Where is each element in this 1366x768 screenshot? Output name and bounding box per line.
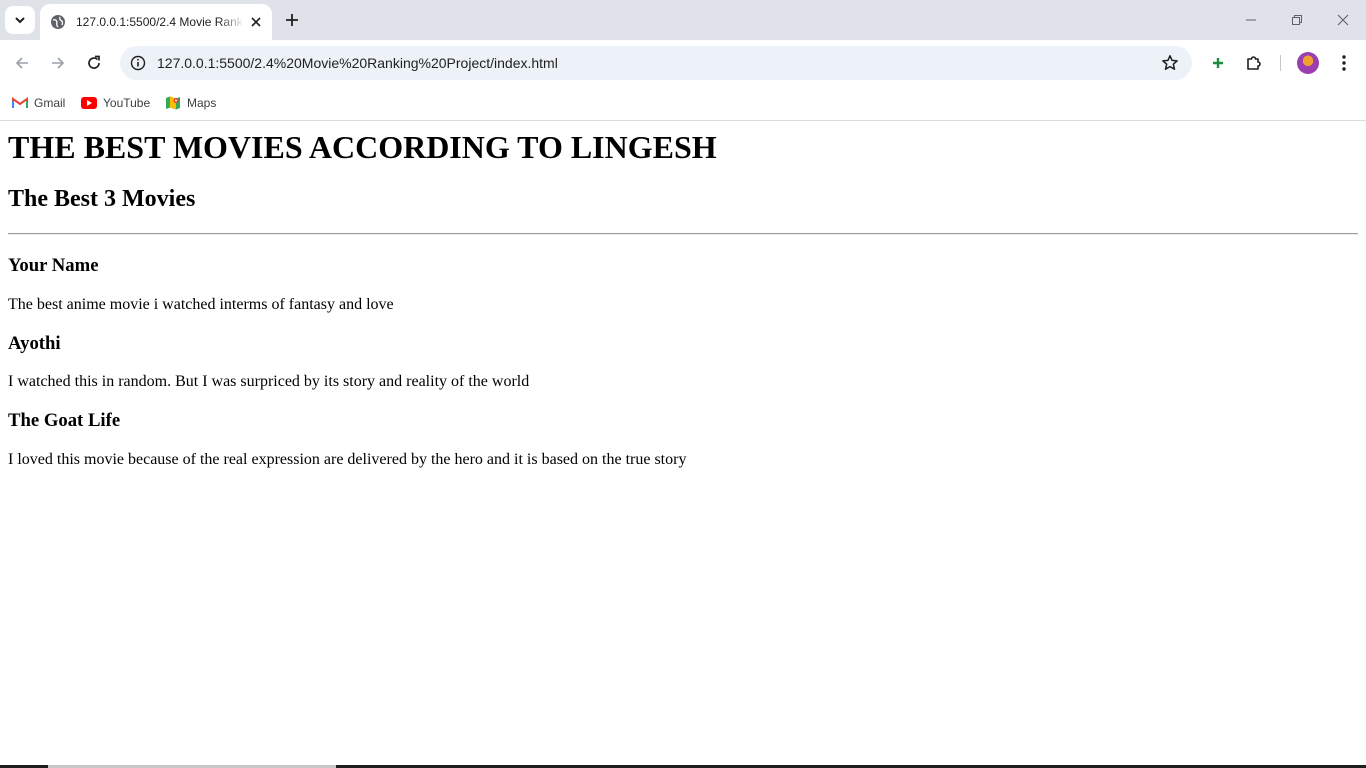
page-subtitle: The Best 3 Movies: [8, 186, 196, 212]
divider: [8, 233, 1358, 235]
restore-icon: [1292, 15, 1302, 25]
bookmark-label: Maps: [187, 96, 217, 110]
active-tab[interactable]: 127.0.0.1:5500/2.4 Movie Ranking Project: [40, 4, 272, 40]
maps-icon: [165, 95, 181, 111]
back-button[interactable]: [6, 47, 38, 79]
green-plus-icon: [1213, 58, 1223, 68]
youtube-icon: [81, 95, 97, 111]
browser-toolbar: 127.0.0.1:5500/2.4%20Movie%20Ranking%20P…: [0, 40, 1366, 86]
movie-title: The Goat Life: [8, 410, 121, 431]
address-bar[interactable]: 127.0.0.1:5500/2.4%20Movie%20Ranking%20P…: [120, 46, 1192, 80]
movie-description: I watched this in random. But I was surp…: [8, 373, 530, 390]
tab-title: 127.0.0.1:5500/2.4 Movie Ranking Project: [76, 15, 244, 29]
movie-description: I loved this movie because of the real e…: [8, 451, 687, 468]
bookmark-gmail[interactable]: Gmail: [12, 92, 65, 114]
close-window-button[interactable]: [1320, 0, 1366, 40]
minimize-icon: [1246, 19, 1256, 21]
forward-button[interactable]: [42, 47, 74, 79]
menu-button[interactable]: [1328, 47, 1360, 79]
globe-icon: [50, 14, 66, 30]
profile-avatar[interactable]: [1297, 52, 1319, 74]
close-tab-icon[interactable]: [248, 14, 264, 30]
extensions-button[interactable]: [1238, 47, 1270, 79]
three-dots-icon: [1342, 55, 1346, 71]
url-text[interactable]: 127.0.0.1:5500/2.4%20Movie%20Ranking%20P…: [157, 55, 558, 71]
new-tab-button[interactable]: [280, 8, 304, 32]
gmail-icon: [12, 95, 28, 111]
chevron-down-icon: [15, 17, 25, 24]
reload-button[interactable]: [78, 47, 110, 79]
extension-add-button[interactable]: [1202, 47, 1234, 79]
tab-search-button[interactable]: [5, 6, 35, 34]
restore-button[interactable]: [1274, 0, 1320, 40]
bookmark-youtube[interactable]: YouTube: [81, 92, 150, 114]
puzzle-icon: [1247, 56, 1261, 70]
reload-icon: [88, 55, 100, 69]
arrow-right-icon: [52, 57, 65, 69]
bookmark-label: YouTube: [103, 96, 151, 110]
bookmark-label: Gmail: [34, 96, 66, 110]
page-content: THE BEST MOVIES ACCORDING TO LINGESH The…: [0, 121, 1366, 768]
plus-icon: [286, 14, 298, 26]
tab-strip: 127.0.0.1:5500/2.4 Movie Ranking Project: [0, 0, 1366, 40]
page-title: THE BEST MOVIES ACCORDING TO LINGESH: [8, 129, 717, 165]
bookmark-star-icon[interactable]: [1158, 51, 1182, 75]
bookmarks-bar: Gmail YouTube Maps: [0, 86, 1366, 121]
movie-title: Ayothi: [8, 333, 61, 354]
arrow-left-icon: [15, 57, 28, 69]
close-icon: [1337, 14, 1349, 26]
bookmark-maps[interactable]: Maps: [165, 92, 216, 114]
toolbar-separator: [1280, 55, 1281, 71]
minimize-button[interactable]: [1228, 0, 1274, 40]
movie-description: The best anime movie i watched interms o…: [8, 296, 394, 313]
movie-title: Your Name: [8, 255, 99, 276]
site-info-icon[interactable]: [126, 51, 150, 75]
